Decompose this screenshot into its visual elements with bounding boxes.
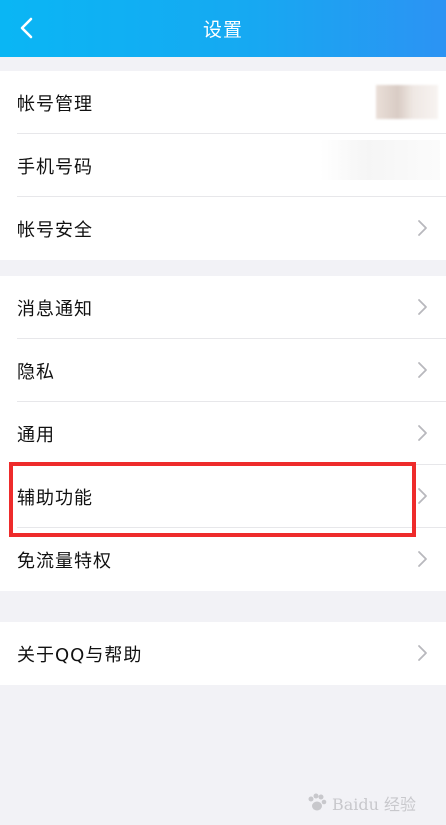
settings-item-free-data[interactable]: 免流量特权 <box>0 528 446 591</box>
paw-icon <box>308 793 327 811</box>
settings-item-label: 隐私 <box>17 361 55 383</box>
settings-item-label: 帐号安全 <box>17 219 93 241</box>
title-bar: 设置 <box>0 0 446 57</box>
settings-item-notifications[interactable]: 消息通知 <box>0 276 446 339</box>
redacted-phone <box>320 140 440 180</box>
chevron-right-icon <box>418 488 427 504</box>
chevron-right-icon <box>418 645 427 661</box>
page-title: 设置 <box>202 19 243 41</box>
settings-item-label: 关于QQ与帮助 <box>17 644 143 666</box>
chevron-right-icon <box>418 362 427 378</box>
redacted-avatar <box>376 85 438 119</box>
settings-item-label: 帐号管理 <box>17 93 93 115</box>
settings-group-about: 关于QQ与帮助 <box>0 622 446 685</box>
chevron-right-icon <box>418 551 427 567</box>
watermark: Baidu 经验 <box>306 791 416 815</box>
chevron-right-icon <box>418 220 427 236</box>
settings-item-label: 手机号码 <box>17 156 93 178</box>
settings-item-general[interactable]: 通用 <box>0 402 446 465</box>
settings-group-general: 消息通知 隐私 通用 辅助功能 免流量特权 <box>0 276 446 591</box>
settings-item-label: 免流量特权 <box>17 550 112 572</box>
chevron-right-icon <box>418 299 427 315</box>
settings-item-label: 消息通知 <box>17 298 93 320</box>
settings-item-account-security[interactable]: 帐号安全 <box>0 197 446 260</box>
settings-item-about-help[interactable]: 关于QQ与帮助 <box>0 622 446 685</box>
highlight-box <box>9 462 416 537</box>
settings-item-label: 通用 <box>17 424 55 446</box>
settings-item-privacy[interactable]: 隐私 <box>0 339 446 402</box>
watermark-text: Baidu 经验 <box>331 795 416 814</box>
chevron-right-icon <box>418 425 427 441</box>
